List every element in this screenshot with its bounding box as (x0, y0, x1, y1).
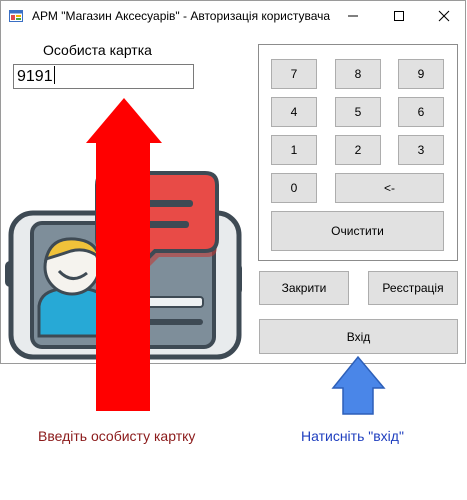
red-arrow (86, 98, 162, 411)
hint-enter-card: Введіть особисту картку (38, 428, 196, 444)
hint-arrows (86, 98, 386, 415)
hint-press-login: Натисніть "вхід" (301, 428, 404, 444)
blue-arrow (331, 355, 386, 415)
